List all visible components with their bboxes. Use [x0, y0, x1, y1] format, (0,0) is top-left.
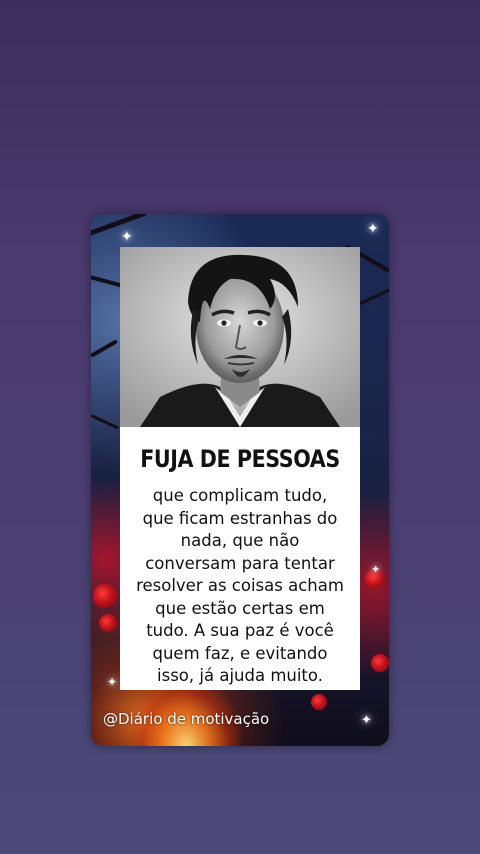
watermark-handle: @Diário de motivação: [103, 710, 270, 728]
quote-body: que complicam tudo, que ficam estranhas …: [124, 485, 356, 688]
rose-decoration: [93, 584, 117, 608]
quote-line: quem faz, e evitando: [152, 643, 328, 663]
rose-decoration: [99, 614, 117, 632]
sparkle-icon: ✦: [367, 221, 379, 237]
quote-line: que estão certas em: [155, 598, 325, 618]
tree-branch: [355, 287, 389, 307]
tree-branch: [91, 414, 119, 430]
quote-line: conversam para tentar: [145, 553, 335, 573]
quote-line: nada, que não: [180, 531, 300, 550]
sparkle-icon: ✦: [361, 713, 372, 728]
quote-line: tudo. A sua paz é você: [146, 621, 334, 640]
quote-line: isso, já ajuda muito.: [157, 666, 323, 685]
sparkle-icon: ✦: [107, 675, 118, 689]
quote-panel: FUJA DE PESSOAS que complicam tudo, que …: [120, 427, 360, 690]
rose-decoration: [311, 694, 327, 710]
quote-line: resolver as coisas acham: [136, 576, 344, 595]
rose-decoration: [371, 654, 389, 672]
quote-line: que ficam estranhas do: [142, 508, 338, 528]
sparkle-icon: ✦: [121, 229, 133, 245]
tree-branch: [91, 214, 148, 239]
quote-line: que complicam tudo,: [152, 486, 328, 505]
portrait-image: [120, 247, 360, 427]
quote-headline: FUJA DE PESSOAS: [140, 445, 340, 473]
tree-branch: [91, 339, 118, 358]
sparkle-icon: ✦: [371, 563, 381, 576]
